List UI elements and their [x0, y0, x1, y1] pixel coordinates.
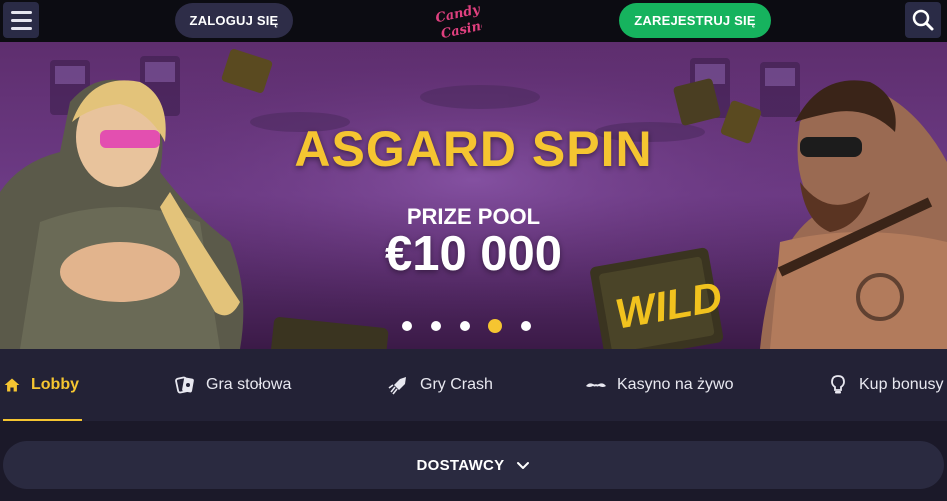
nav-label: Kup bonusy: [859, 376, 944, 393]
carousel-dot[interactable]: [431, 321, 441, 331]
nav-label: Gry Crash: [420, 376, 493, 393]
top-header: ZALOGUJ SIĘ Candy Casino ZAREJESTRUJ SIĘ: [0, 0, 947, 42]
nav-label: Kasyno na żywo: [617, 376, 734, 393]
menu-button[interactable]: [3, 2, 39, 38]
lightbulb-icon: [831, 375, 845, 394]
hamburger-icon-line: [11, 27, 32, 30]
nav-item-live-casino[interactable]: Kasyno na żywo: [585, 349, 734, 421]
cards-icon: [175, 376, 194, 394]
register-button[interactable]: ZAREJESTRUJ SIĘ: [619, 3, 771, 38]
nav-item-crash-games[interactable]: Gry Crash: [388, 349, 493, 421]
banner-background-image: WILD WILD: [0, 42, 947, 349]
hamburger-icon: [11, 11, 32, 14]
active-tab-indicator: [3, 419, 82, 421]
category-nav: Lobby Gra stołowa Gry Crash Kasyno na ży…: [0, 349, 947, 421]
carousel-dot[interactable]: [402, 321, 412, 331]
promo-banner[interactable]: WILD WILD ASGARD SPIN PRIZE POOL €10 000: [0, 42, 947, 349]
providers-label: DOSTAWCY: [416, 456, 505, 474]
providers-dropdown[interactable]: DOSTAWCY: [3, 441, 944, 489]
search-icon: [912, 9, 934, 31]
carousel-dot-active[interactable]: [488, 319, 502, 333]
prize-pool-value: €10 000: [384, 227, 563, 281]
nav-item-lobby[interactable]: Lobby: [3, 349, 82, 421]
banner-title: ASGARD SPIN: [294, 121, 653, 177]
rocket-icon: [388, 377, 406, 395]
home-icon: [4, 378, 20, 392]
nav-label: Lobby: [31, 376, 79, 393]
candy-casino-logo[interactable]: Candy Casino: [432, 2, 482, 40]
search-button[interactable]: [905, 2, 941, 38]
hamburger-icon-line: [11, 19, 32, 22]
nav-label: Gra stołowa: [206, 376, 292, 393]
carousel-dot[interactable]: [460, 321, 470, 331]
login-button[interactable]: ZALOGUJ SIĘ: [175, 3, 293, 38]
carousel-dot[interactable]: [521, 321, 531, 331]
nav-item-table-games[interactable]: Gra stołowa: [174, 349, 291, 421]
nav-item-buy-bonus[interactable]: Kup bonusy: [827, 349, 944, 421]
chevron-down-icon: [517, 462, 530, 469]
mustache-icon: [586, 383, 606, 387]
